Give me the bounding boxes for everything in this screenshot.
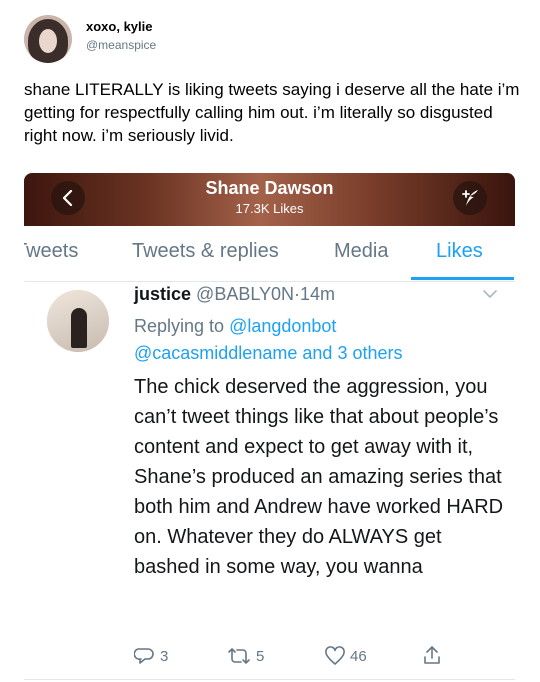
liked-tweet-time: 14m [300, 284, 336, 304]
liked-tweet-text: The chick deserved the aggression, you c… [134, 376, 504, 578]
divider [24, 679, 515, 680]
profile-header-banner: Shane Dawson 17.3K Likes [24, 173, 515, 226]
compose-tweet-icon [462, 190, 478, 206]
replying-to-prefix: Replying to [134, 316, 225, 336]
liked-tweet-author-line: justice @BABLY0N·14m [134, 284, 335, 305]
reply-mention-link[interactable]: @langdonbot [229, 316, 336, 336]
tweet-text: shane LITERALLY is liking tweets saying … [24, 80, 520, 145]
replying-and-word: and [302, 343, 333, 363]
share-icon [424, 646, 440, 664]
tab-media[interactable]: Media [334, 240, 388, 263]
profile-name: Shane Dawson [205, 178, 334, 198]
author-avatar[interactable] [24, 15, 72, 63]
like-heart-icon [325, 646, 345, 665]
liked-tweet-author-handle[interactable]: @BABLY0N [196, 284, 294, 304]
replying-to: Replying to @langdonbot @cacasmiddlename… [134, 313, 504, 367]
avatar-person [71, 308, 87, 348]
tab-tweets[interactable]: Tweets [24, 240, 78, 263]
liked-tweet-avatar[interactable] [47, 290, 109, 352]
liked-tweet-author-name[interactable]: justice [134, 284, 191, 304]
reply-count: 3 [160, 648, 169, 665]
profile-likes-count: 17.3K Likes [235, 201, 304, 216]
reply-icon [134, 648, 154, 664]
compose-tweet-button[interactable] [453, 181, 487, 215]
retweet-icon [228, 648, 250, 664]
profile-tabs: Tweets Tweets & replies Media Likes [24, 226, 515, 282]
reply-mention-link[interactable]: @cacasmiddlename [134, 343, 297, 363]
avatar-face [39, 29, 57, 53]
chevron-down-icon[interactable] [482, 289, 498, 299]
author-display-name[interactable]: xoxo, kylie [86, 19, 152, 34]
like-count: 46 [350, 648, 367, 665]
reply-others-link[interactable]: 3 others [337, 343, 402, 363]
tab-tweets-and-replies[interactable]: Tweets & replies [132, 240, 279, 263]
embedded-screenshot: Shane Dawson 17.3K Likes Tweets Tweets &… [24, 173, 515, 682]
tab-likes[interactable]: Likes [436, 240, 483, 263]
active-tab-indicator [411, 277, 514, 280]
author-handle[interactable]: @meanspice [86, 38, 156, 52]
retweet-count: 5 [256, 648, 265, 665]
tweet-actions: 3 5 46 [134, 643, 474, 673]
